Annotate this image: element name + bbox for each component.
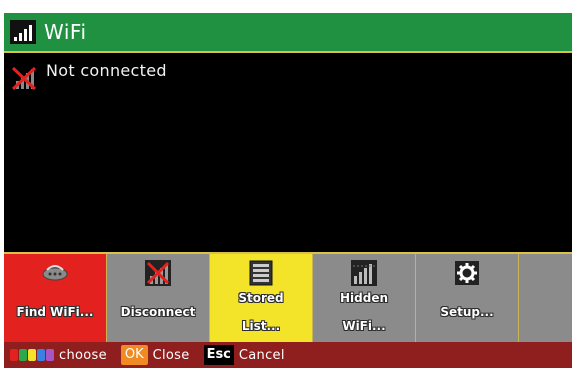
stored-list-button[interactable]: Stored List... — [210, 254, 313, 342]
gear-icon — [455, 260, 479, 286]
find-wifi-button[interactable]: Find WiFi... — [4, 254, 107, 342]
hidden-wifi-icon — [351, 260, 377, 286]
stored-list-label-line2: List... — [241, 319, 281, 333]
find-wifi-label: Find WiFi... — [16, 305, 94, 319]
choose-label: choose — [59, 347, 107, 363]
connection-status: Not connected — [10, 61, 167, 93]
status-label: Not connected — [46, 61, 167, 80]
hidden-wifi-label-line2: WiFi... — [342, 319, 386, 333]
disconnect-button[interactable]: Disconnect — [107, 254, 210, 342]
title-bar: WiFi — [4, 13, 572, 53]
color-keys-icon — [10, 349, 54, 361]
cancel-label: Cancel — [238, 347, 285, 363]
wifi-screen: WiFi Not connected Find WiFi... Disconne… — [4, 13, 572, 368]
action-button-bar: Find WiFi... Disconnect Stored List... H… — [4, 252, 572, 342]
signal-bars-icon — [10, 20, 36, 44]
setup-button[interactable]: Setup... — [416, 254, 519, 342]
setup-label: Setup... — [440, 305, 494, 319]
stored-list-label-line1: Stored — [238, 291, 284, 305]
page-title: WiFi — [44, 20, 87, 44]
disconnect-icon — [145, 260, 171, 286]
disconnected-icon — [10, 65, 38, 93]
hidden-wifi-label-line1: Hidden — [339, 291, 389, 305]
footer-hint-bar: choose OK Close Esc Cancel — [4, 342, 572, 368]
disconnect-label: Disconnect — [120, 305, 196, 319]
esc-key-badge[interactable]: Esc — [203, 345, 234, 365]
router-icon — [40, 260, 70, 286]
empty-slot — [519, 254, 572, 342]
close-label: Close — [152, 347, 190, 363]
hidden-wifi-button[interactable]: Hidden WiFi... — [313, 254, 416, 342]
ok-key-badge[interactable]: OK — [120, 345, 148, 365]
list-icon — [249, 260, 273, 286]
